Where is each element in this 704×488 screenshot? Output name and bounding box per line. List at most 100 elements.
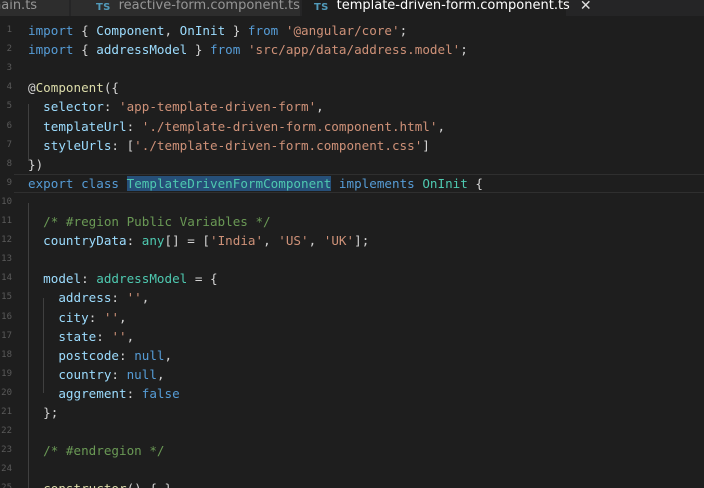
tab-reactive-form-component[interactable]: TS reactive-form.component.ts [71, 0, 301, 16]
typescript-file-icon: TS [314, 2, 329, 13]
code-line[interactable]: selector: 'app-template-driven-form', [28, 97, 324, 116]
code-line[interactable]: }; [28, 403, 58, 422]
code-token: : [111, 290, 127, 306]
line-number: 6 [6, 120, 12, 131]
endregion-comment-line[interactable]: /* #endregion */ [28, 441, 164, 460]
code-token: addressModel [96, 42, 188, 58]
code-line[interactable]: import { addressModel } from 'src/app/da… [28, 40, 468, 59]
tab-template-driven-form-component[interactable]: TS template-driven-form.component.ts ✕ [302, 0, 592, 16]
code-token: implements [338, 175, 415, 191]
code-token: './template-driven-form.component.html' [141, 118, 438, 134]
code-token: , [119, 309, 127, 325]
code-token: { [467, 175, 484, 191]
line-number-gutter: 1234567891011121314151617181920212223242… [0, 16, 14, 488]
code-line[interactable]: constructor() { } [28, 479, 172, 488]
code-token: addressModel [96, 271, 188, 287]
tab-label: nain.ts [0, 0, 38, 13]
code-line[interactable]: styleUrls: ['./template-driven-form.comp… [28, 136, 430, 155]
tab-main-ts[interactable]: nain.ts [0, 0, 70, 16]
line-number: 11 [1, 216, 12, 226]
code-token: , [164, 23, 180, 38]
code-line[interactable]: country: null, [28, 365, 164, 384]
code-token: 'src/app/data/address.model' [247, 42, 461, 58]
code-token: () { } [127, 481, 173, 488]
code-token: 'India' [210, 233, 264, 249]
code-token: : [126, 118, 142, 134]
code-line[interactable]: import { Component, OnInit } from '@angu… [28, 21, 407, 40]
code-token: : [119, 347, 135, 363]
code-token: null [134, 347, 165, 363]
line-number: 5 [6, 101, 12, 112]
code-line[interactable]: city: '', [28, 308, 127, 327]
close-icon[interactable]: ✕ [580, 0, 592, 13]
line-number: 4 [6, 82, 12, 93]
code-token: ] [422, 137, 430, 153]
code-line[interactable]: countryData: any[] = ['India', 'US', 'UK… [28, 231, 369, 250]
code-token: city [58, 309, 89, 325]
code-token: , [308, 233, 324, 249]
code-token: : [103, 99, 120, 115]
line-number: 18 [1, 349, 12, 360]
line-number: 15 [1, 292, 12, 303]
code-line[interactable]: address: '', [28, 288, 149, 307]
code-token: [] = [ [164, 233, 211, 249]
code-token: } [187, 42, 210, 58]
code-token: null [126, 366, 157, 382]
code-token: , [141, 290, 150, 306]
code-line[interactable]: templateUrl: './template-driven-form.com… [28, 117, 445, 136]
code-token: from [210, 42, 241, 58]
line-number: 19 [1, 368, 12, 379]
code-token: : [ [111, 137, 135, 153]
code-token: '' [111, 328, 127, 344]
code-token: } [225, 23, 248, 38]
code-line[interactable]: model: addressModel = { [28, 269, 217, 288]
code-token: }) [28, 156, 44, 172]
line-number: 3 [6, 63, 12, 74]
code-editor[interactable]: import { Component, OnInit } from '@angu… [28, 16, 704, 488]
code-token: : [126, 385, 142, 401]
code-token: '' [103, 309, 120, 325]
code-token: import [28, 42, 74, 58]
line-number: 8 [6, 158, 12, 169]
line-number: 10 [1, 196, 12, 207]
code-line[interactable]: state: '', [28, 327, 134, 346]
code-token: : [88, 309, 104, 325]
line-number: 1 [6, 25, 12, 35]
code-line[interactable]: }) [28, 155, 43, 174]
line-number: 22 [1, 426, 12, 437]
code-token: { [73, 23, 97, 38]
code-token: constructor [43, 481, 126, 488]
region-comment-line[interactable]: /* #region Public Variables */ [28, 212, 270, 231]
line-number: 14 [1, 273, 12, 284]
code-line[interactable]: aggrement: false [28, 384, 179, 403]
code-line[interactable]: postcode: null, [28, 346, 172, 365]
code-line[interactable]: @Component({ [28, 78, 119, 97]
code-token: class [81, 175, 120, 191]
code-token: templateUrl [43, 118, 127, 134]
code-token: ; [460, 42, 468, 58]
editor-tab-bar: nain.ts TS reactive-form.component.ts TS… [0, 0, 704, 16]
code-token: styleUrls [43, 137, 112, 153]
code-token: '' [126, 290, 142, 306]
code-token: model [43, 271, 82, 287]
line-number: 16 [1, 311, 12, 322]
code-token: './template-driven-form.component.css' [134, 137, 423, 153]
line-number: 13 [1, 254, 12, 265]
class-declaration-line[interactable]: export class TemplateDrivenFormComponent… [28, 174, 483, 193]
line-number: 20 [1, 387, 12, 398]
code-token: any [141, 233, 165, 249]
line-number: 7 [6, 139, 12, 150]
code-token: ({ [103, 80, 120, 96]
code-token: : [96, 328, 112, 344]
